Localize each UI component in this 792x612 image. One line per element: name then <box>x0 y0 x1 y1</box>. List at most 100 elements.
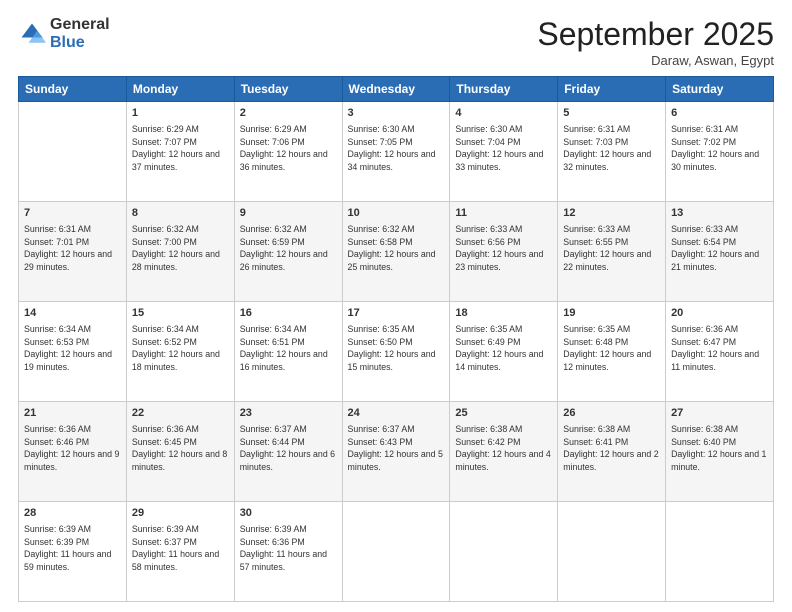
day-number: 27 <box>671 406 768 422</box>
calendar-cell: 18Sunrise: 6:35 AMSunset: 6:49 PMDayligh… <box>450 302 558 402</box>
day-info: Sunrise: 6:32 AMSunset: 6:58 PMDaylight:… <box>348 223 445 274</box>
calendar-week-row: 14Sunrise: 6:34 AMSunset: 6:53 PMDayligh… <box>19 302 774 402</box>
day-info: Sunrise: 6:33 AMSunset: 6:54 PMDaylight:… <box>671 223 768 274</box>
day-info: Sunrise: 6:31 AMSunset: 7:02 PMDaylight:… <box>671 123 768 174</box>
calendar-cell: 25Sunrise: 6:38 AMSunset: 6:42 PMDayligh… <box>450 402 558 502</box>
calendar-cell: 24Sunrise: 6:37 AMSunset: 6:43 PMDayligh… <box>342 402 450 502</box>
day-number: 18 <box>455 306 552 322</box>
day-number: 14 <box>24 306 121 322</box>
calendar-table: SundayMondayTuesdayWednesdayThursdayFrid… <box>18 76 774 602</box>
day-number: 2 <box>240 106 337 122</box>
weekday-header-friday: Friday <box>558 77 666 102</box>
calendar-cell: 6Sunrise: 6:31 AMSunset: 7:02 PMDaylight… <box>666 102 774 202</box>
day-info: Sunrise: 6:38 AMSunset: 6:41 PMDaylight:… <box>563 423 660 474</box>
calendar-cell: 10Sunrise: 6:32 AMSunset: 6:58 PMDayligh… <box>342 202 450 302</box>
logo-blue-text: Blue <box>50 34 110 52</box>
day-info: Sunrise: 6:39 AMSunset: 6:36 PMDaylight:… <box>240 523 337 574</box>
day-info: Sunrise: 6:39 AMSunset: 6:37 PMDaylight:… <box>132 523 229 574</box>
day-info: Sunrise: 6:34 AMSunset: 6:53 PMDaylight:… <box>24 323 121 374</box>
calendar-cell: 12Sunrise: 6:33 AMSunset: 6:55 PMDayligh… <box>558 202 666 302</box>
day-number: 21 <box>24 406 121 422</box>
calendar-cell: 7Sunrise: 6:31 AMSunset: 7:01 PMDaylight… <box>19 202 127 302</box>
day-number: 3 <box>348 106 445 122</box>
day-number: 15 <box>132 306 229 322</box>
day-number: 4 <box>455 106 552 122</box>
header: General Blue September 2025 Daraw, Aswan… <box>18 16 774 68</box>
calendar-cell: 26Sunrise: 6:38 AMSunset: 6:41 PMDayligh… <box>558 402 666 502</box>
day-info: Sunrise: 6:37 AMSunset: 6:43 PMDaylight:… <box>348 423 445 474</box>
title-block: September 2025 Daraw, Aswan, Egypt <box>537 16 774 68</box>
day-number: 24 <box>348 406 445 422</box>
day-info: Sunrise: 6:34 AMSunset: 6:51 PMDaylight:… <box>240 323 337 374</box>
day-info: Sunrise: 6:31 AMSunset: 7:01 PMDaylight:… <box>24 223 121 274</box>
day-info: Sunrise: 6:36 AMSunset: 6:45 PMDaylight:… <box>132 423 229 474</box>
calendar-cell: 21Sunrise: 6:36 AMSunset: 6:46 PMDayligh… <box>19 402 127 502</box>
day-number: 25 <box>455 406 552 422</box>
day-number: 8 <box>132 206 229 222</box>
calendar-cell: 30Sunrise: 6:39 AMSunset: 6:36 PMDayligh… <box>234 502 342 602</box>
day-number: 20 <box>671 306 768 322</box>
day-info: Sunrise: 6:36 AMSunset: 6:46 PMDaylight:… <box>24 423 121 474</box>
weekday-header-row: SundayMondayTuesdayWednesdayThursdayFrid… <box>19 77 774 102</box>
calendar-cell: 1Sunrise: 6:29 AMSunset: 7:07 PMDaylight… <box>126 102 234 202</box>
day-number: 19 <box>563 306 660 322</box>
calendar-week-row: 7Sunrise: 6:31 AMSunset: 7:01 PMDaylight… <box>19 202 774 302</box>
day-number: 30 <box>240 506 337 522</box>
day-info: Sunrise: 6:38 AMSunset: 6:40 PMDaylight:… <box>671 423 768 474</box>
calendar-cell: 20Sunrise: 6:36 AMSunset: 6:47 PMDayligh… <box>666 302 774 402</box>
day-number: 26 <box>563 406 660 422</box>
day-info: Sunrise: 6:33 AMSunset: 6:55 PMDaylight:… <box>563 223 660 274</box>
calendar-week-row: 21Sunrise: 6:36 AMSunset: 6:46 PMDayligh… <box>19 402 774 502</box>
weekday-header-monday: Monday <box>126 77 234 102</box>
calendar-cell: 15Sunrise: 6:34 AMSunset: 6:52 PMDayligh… <box>126 302 234 402</box>
location: Daraw, Aswan, Egypt <box>537 53 774 68</box>
weekday-header-tuesday: Tuesday <box>234 77 342 102</box>
calendar-cell <box>558 502 666 602</box>
calendar-cell: 23Sunrise: 6:37 AMSunset: 6:44 PMDayligh… <box>234 402 342 502</box>
calendar-cell: 2Sunrise: 6:29 AMSunset: 7:06 PMDaylight… <box>234 102 342 202</box>
day-number: 6 <box>671 106 768 122</box>
day-number: 9 <box>240 206 337 222</box>
calendar-cell: 29Sunrise: 6:39 AMSunset: 6:37 PMDayligh… <box>126 502 234 602</box>
weekday-header-wednesday: Wednesday <box>342 77 450 102</box>
day-number: 23 <box>240 406 337 422</box>
logo-text: General Blue <box>50 16 110 51</box>
day-info: Sunrise: 6:30 AMSunset: 7:04 PMDaylight:… <box>455 123 552 174</box>
day-number: 17 <box>348 306 445 322</box>
day-info: Sunrise: 6:36 AMSunset: 6:47 PMDaylight:… <box>671 323 768 374</box>
page: General Blue September 2025 Daraw, Aswan… <box>0 0 792 612</box>
calendar-week-row: 1Sunrise: 6:29 AMSunset: 7:07 PMDaylight… <box>19 102 774 202</box>
calendar-cell: 11Sunrise: 6:33 AMSunset: 6:56 PMDayligh… <box>450 202 558 302</box>
calendar-cell: 9Sunrise: 6:32 AMSunset: 6:59 PMDaylight… <box>234 202 342 302</box>
weekday-header-saturday: Saturday <box>666 77 774 102</box>
day-info: Sunrise: 6:35 AMSunset: 6:49 PMDaylight:… <box>455 323 552 374</box>
logo-general-text: General <box>50 16 110 34</box>
weekday-header-thursday: Thursday <box>450 77 558 102</box>
day-info: Sunrise: 6:32 AMSunset: 6:59 PMDaylight:… <box>240 223 337 274</box>
day-number: 5 <box>563 106 660 122</box>
calendar-cell <box>19 102 127 202</box>
weekday-header-sunday: Sunday <box>19 77 127 102</box>
calendar-week-row: 28Sunrise: 6:39 AMSunset: 6:39 PMDayligh… <box>19 502 774 602</box>
day-info: Sunrise: 6:29 AMSunset: 7:06 PMDaylight:… <box>240 123 337 174</box>
day-info: Sunrise: 6:29 AMSunset: 7:07 PMDaylight:… <box>132 123 229 174</box>
day-number: 11 <box>455 206 552 222</box>
calendar-cell: 3Sunrise: 6:30 AMSunset: 7:05 PMDaylight… <box>342 102 450 202</box>
calendar-cell: 28Sunrise: 6:39 AMSunset: 6:39 PMDayligh… <box>19 502 127 602</box>
calendar-cell <box>342 502 450 602</box>
calendar-cell: 27Sunrise: 6:38 AMSunset: 6:40 PMDayligh… <box>666 402 774 502</box>
day-number: 12 <box>563 206 660 222</box>
logo: General Blue <box>18 16 110 51</box>
calendar-cell: 13Sunrise: 6:33 AMSunset: 6:54 PMDayligh… <box>666 202 774 302</box>
calendar-cell <box>450 502 558 602</box>
day-info: Sunrise: 6:35 AMSunset: 6:50 PMDaylight:… <box>348 323 445 374</box>
calendar-cell: 22Sunrise: 6:36 AMSunset: 6:45 PMDayligh… <box>126 402 234 502</box>
calendar-cell <box>666 502 774 602</box>
day-number: 10 <box>348 206 445 222</box>
day-info: Sunrise: 6:37 AMSunset: 6:44 PMDaylight:… <box>240 423 337 474</box>
day-number: 29 <box>132 506 229 522</box>
day-info: Sunrise: 6:32 AMSunset: 7:00 PMDaylight:… <box>132 223 229 274</box>
day-number: 1 <box>132 106 229 122</box>
calendar-cell: 17Sunrise: 6:35 AMSunset: 6:50 PMDayligh… <box>342 302 450 402</box>
logo-icon <box>18 20 46 48</box>
